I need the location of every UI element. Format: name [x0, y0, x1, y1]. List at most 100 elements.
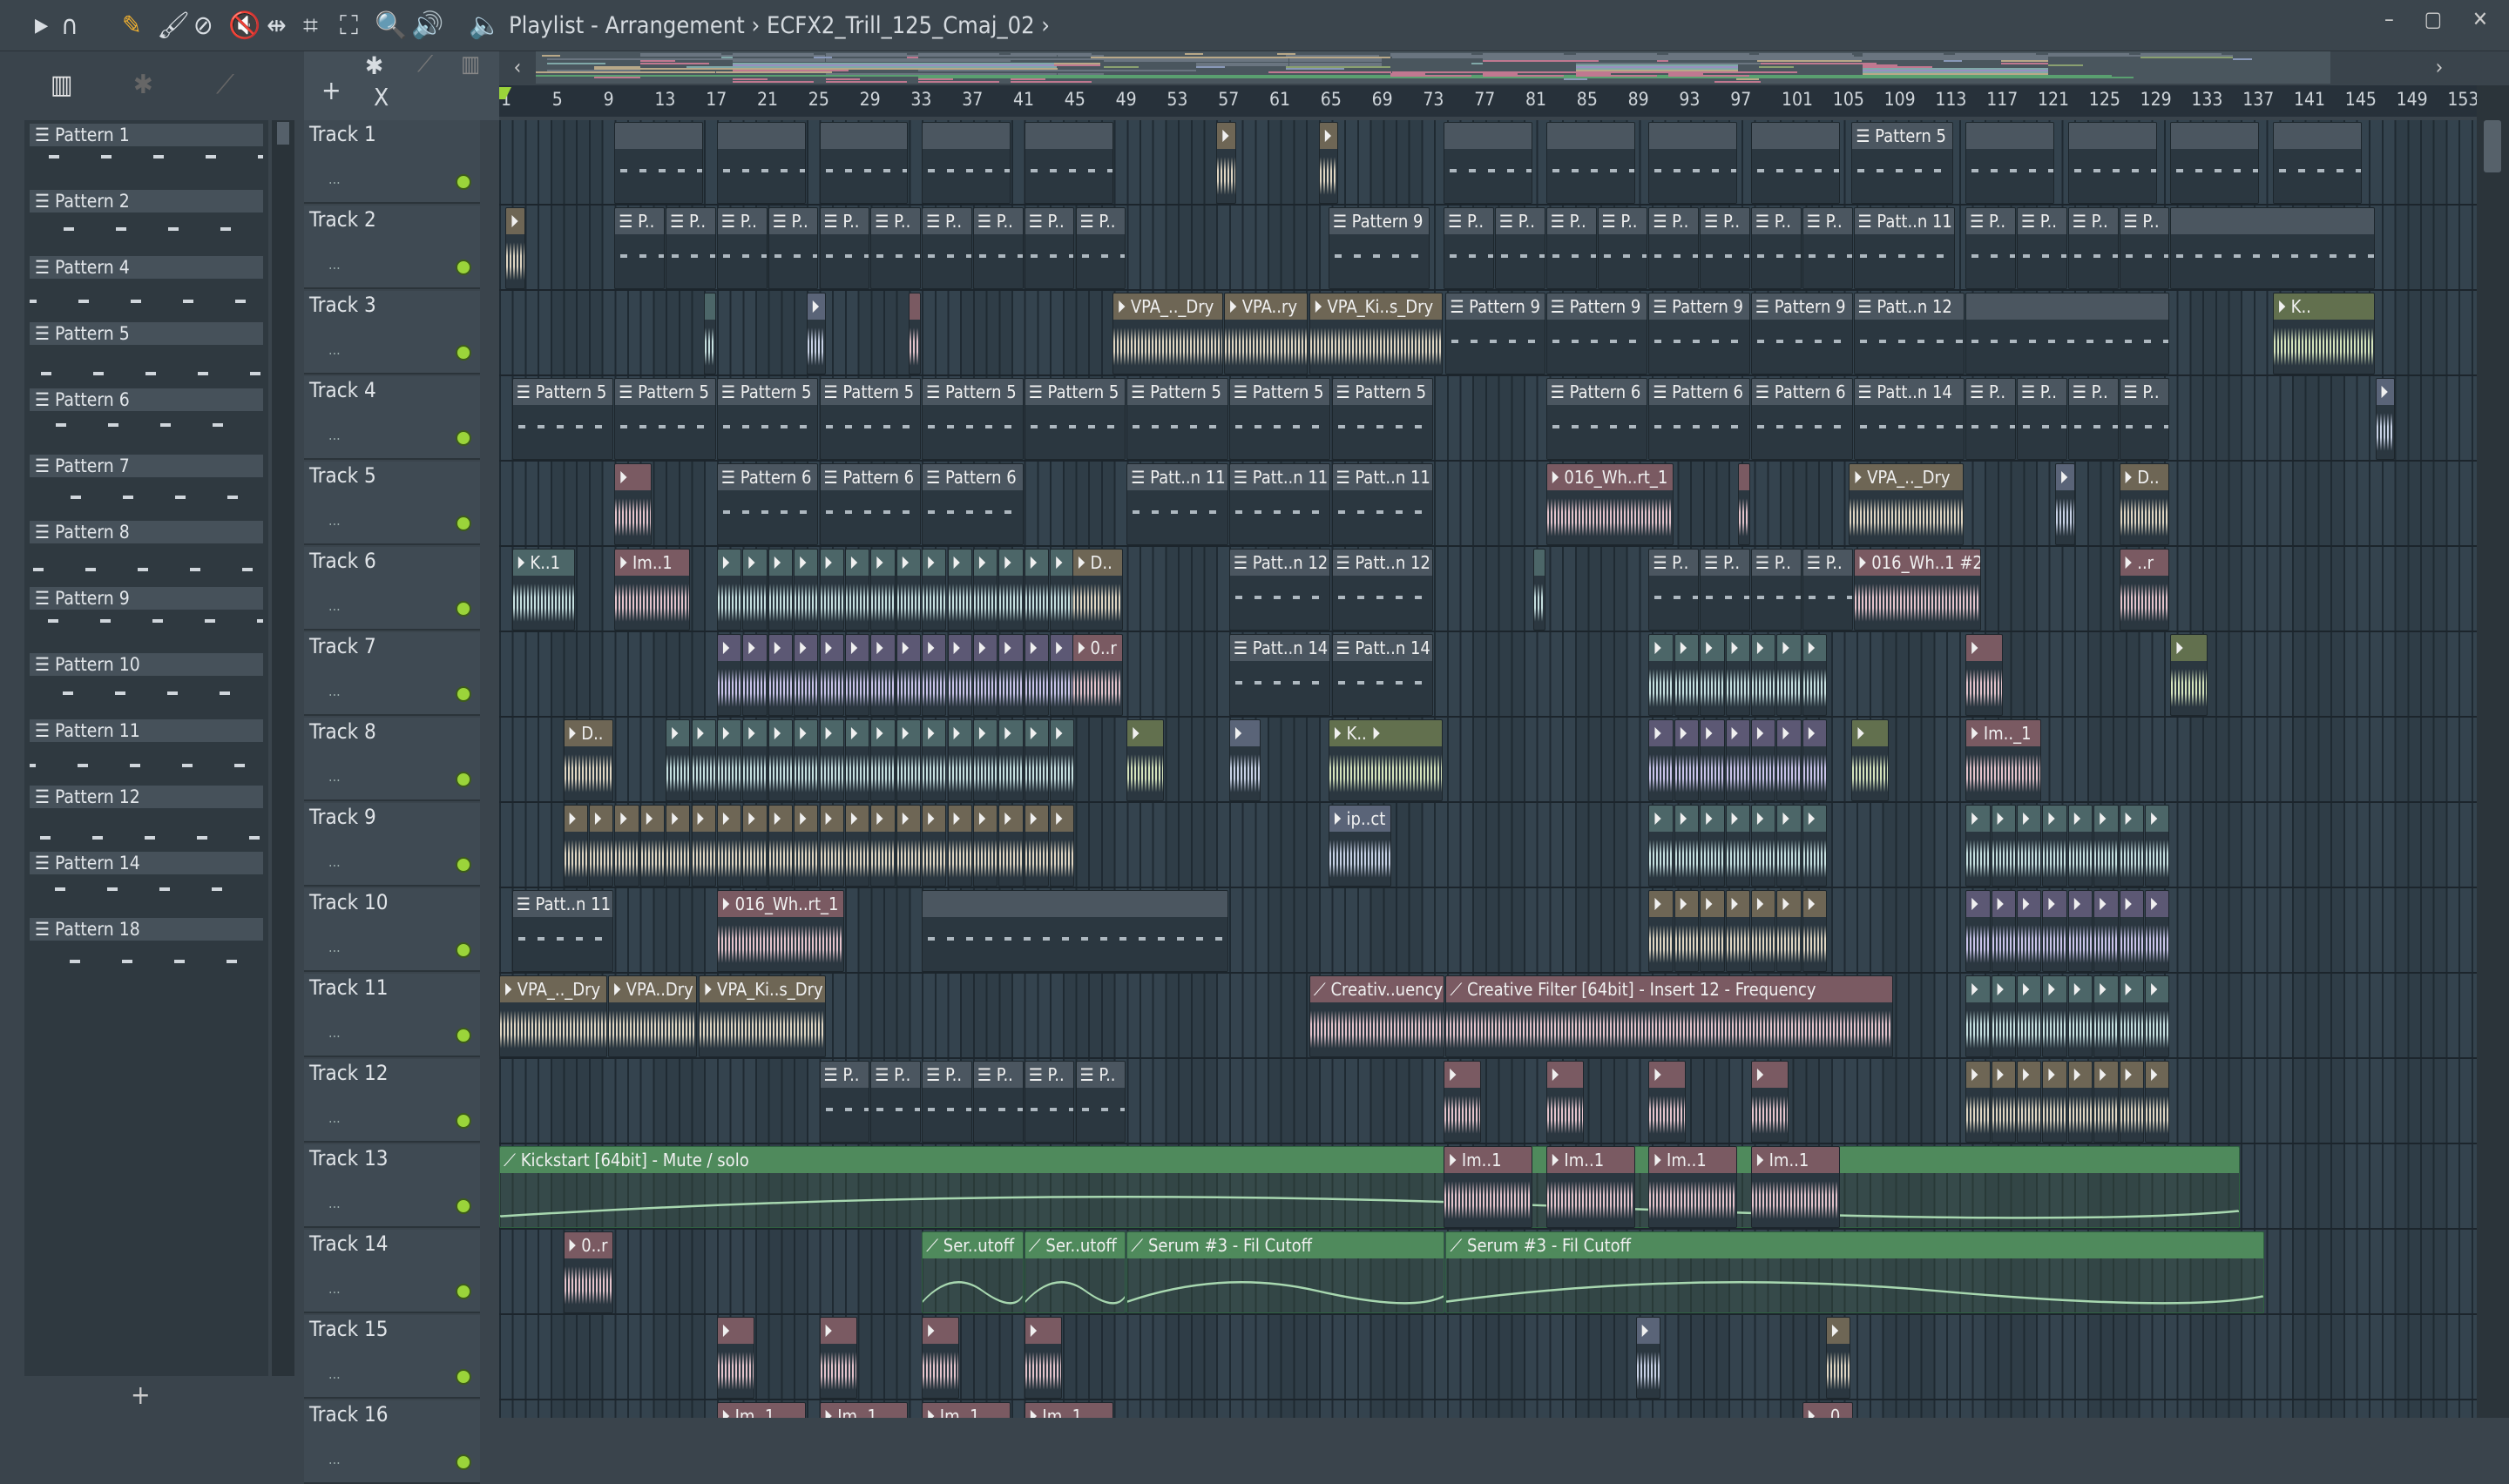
track-mute-toggle[interactable]: [456, 942, 471, 958]
audio-clip[interactable]: ⏵ Im..1: [1750, 1146, 1840, 1228]
audio-clip[interactable]: ⏵: [768, 634, 794, 716]
audio-clip[interactable]: ⏵: [947, 805, 972, 887]
audio-clip[interactable]: ⏵: [2119, 805, 2144, 887]
audio-clip[interactable]: ⏵: [2119, 890, 2144, 972]
audio-clip[interactable]: ⏵: [870, 549, 896, 631]
pattern-clip[interactable]: ☰ P..: [666, 207, 716, 289]
audio-clip[interactable]: ⏵: [806, 293, 827, 374]
audio-clip[interactable]: ⏵: [2016, 975, 2042, 1057]
track-mute-toggle[interactable]: [456, 1454, 471, 1470]
audio-clip[interactable]: ⏵: [2093, 1061, 2119, 1143]
pattern-clip[interactable]: ☰ Pattern 9: [1750, 293, 1853, 374]
pattern-clip[interactable]: ☰ P..: [1545, 207, 1597, 289]
piano-roll-icon[interactable]: ▥: [51, 70, 73, 100]
audio-clip[interactable]: ⏵: [794, 719, 819, 801]
track-header[interactable]: Track 2...: [304, 206, 480, 289]
audio-clip[interactable]: ⏵: [1648, 1061, 1687, 1143]
audio-clip[interactable]: ⏵ VPA..ry: [1224, 293, 1309, 374]
pattern-clip[interactable]: ☰ Patt..n 14: [1228, 634, 1331, 716]
audio-clip[interactable]: ⏵: [768, 719, 794, 801]
audio-clip[interactable]: ⏵: [1750, 719, 1776, 801]
audio-clip[interactable]: ⏵: [1700, 719, 1725, 801]
pattern-clip[interactable]: ☰ Pattern 6: [1648, 378, 1750, 460]
audio-clip[interactable]: ⏵ K..1: [511, 549, 576, 631]
track-mute-toggle[interactable]: [456, 1284, 471, 1299]
audio-clip[interactable]: ⏵: [870, 805, 896, 887]
audio-clip[interactable]: ⏵: [1700, 890, 1725, 972]
pattern-clip[interactable]: [1965, 122, 2055, 204]
pattern-clip[interactable]: [922, 122, 1011, 204]
audio-clip[interactable]: ⏵: [2093, 890, 2119, 972]
pattern-clip[interactable]: ☰ Patt..n 11: [511, 890, 614, 972]
audio-clip[interactable]: ⏵: [1024, 1317, 1062, 1399]
track-mute-toggle[interactable]: [456, 430, 471, 446]
audio-clip[interactable]: ⏵: [1648, 634, 1674, 716]
pattern-item[interactable]: ☰ Pattern 12: [30, 786, 263, 847]
pattern-clip[interactable]: [1750, 122, 1840, 204]
paint-brush-icon[interactable]: 🖌: [157, 9, 190, 44]
automation-clip[interactable]: ⟋ Serum #3 - Fil Cutoff: [1126, 1231, 1445, 1313]
audio-clip[interactable]: ⏵: [742, 634, 768, 716]
pattern-clip[interactable]: ☰ Pattern 5: [1331, 378, 1434, 460]
pattern-clip[interactable]: ☰ Pattern 5: [819, 378, 922, 460]
pattern-item[interactable]: ☰ Pattern 7: [30, 455, 263, 516]
audio-clip[interactable]: ⏵ K..: [2272, 293, 2375, 374]
track-header[interactable]: Track 14...: [304, 1230, 480, 1313]
audio-clip[interactable]: ⏵: [896, 805, 922, 887]
audio-clip[interactable]: ⏵: [742, 805, 768, 887]
pattern-clip[interactable]: ☰ P..: [716, 207, 768, 289]
audio-clip[interactable]: ⏵: [2144, 805, 2170, 887]
audio-clip[interactable]: ⏵: [691, 805, 716, 887]
audio-clip[interactable]: ⏵ Im..1: [1444, 1146, 1533, 1228]
pattern-clip[interactable]: ☰ P..: [1444, 207, 1494, 289]
audio-clip[interactable]: ⏵: [1851, 719, 1890, 801]
zoom-icon[interactable]: 🔍: [375, 9, 407, 44]
pattern-clip[interactable]: ☰ Pattern 5: [1851, 122, 1953, 204]
audio-clip[interactable]: ⏵: [2093, 805, 2119, 887]
audio-clip[interactable]: ⏵: [2375, 378, 2396, 460]
track-header[interactable]: Track 4...: [304, 376, 480, 460]
pattern-clip[interactable]: ☰ P..: [1075, 1061, 1126, 1143]
track-name[interactable]: Track 10: [309, 890, 388, 914]
pattern-item[interactable]: ☰ Pattern 4: [30, 256, 263, 317]
audio-clip[interactable]: ⏵: [1776, 719, 1802, 801]
audio-clip[interactable]: ⏵: [1050, 634, 1075, 716]
add-track-button[interactable]: +: [321, 76, 342, 106]
automation-clip[interactable]: ⟋ Kickstart [64bit] - Mute / solo: [499, 1146, 2241, 1228]
pattern-clip[interactable]: ☰ Pattern 6: [819, 463, 922, 545]
automation-clip[interactable]: ⟋ Ser..utoff: [1024, 1231, 1126, 1313]
pattern-clip[interactable]: [1444, 122, 1533, 204]
track-mute-toggle[interactable]: [456, 516, 471, 531]
audio-clip[interactable]: ⏵: [1024, 634, 1050, 716]
pattern-clip[interactable]: ☰ P..: [1700, 549, 1750, 631]
audio-clip[interactable]: ⏵ Im..1: [1545, 1146, 1635, 1228]
audio-clip[interactable]: ⏵: [1050, 549, 1075, 631]
audio-clip[interactable]: ⏵: [947, 549, 972, 631]
audio-clip[interactable]: ⏵: [1750, 1061, 1789, 1143]
track-mute-toggle[interactable]: [456, 174, 471, 190]
audio-clip[interactable]: ⏵: [1991, 890, 2016, 972]
pattern-clip[interactable]: ☰ P..: [972, 1061, 1024, 1143]
track-options-icon[interactable]: ...: [328, 597, 341, 614]
pattern-clip[interactable]: ☰ P..: [2119, 378, 2170, 460]
pattern-clip[interactable]: ☰ P..: [972, 207, 1024, 289]
pattern-item[interactable]: ☰ Pattern 14: [30, 852, 263, 913]
audio-clip[interactable]: ⏵: [2016, 1061, 2042, 1143]
pattern-clip[interactable]: ☰ Patt..n 12: [1331, 549, 1434, 631]
audio-clip[interactable]: ⏵: [2042, 805, 2067, 887]
pattern-clip[interactable]: ☰ P..: [1750, 207, 1802, 289]
pattern-clip[interactable]: ☰ Patt..n 14: [1331, 634, 1434, 716]
audio-clip[interactable]: ⏵ ..r: [2119, 549, 2170, 631]
track-name[interactable]: Track 3: [309, 293, 376, 317]
track-options-icon[interactable]: ...: [328, 683, 341, 699]
audio-clip[interactable]: ⏵: [666, 719, 691, 801]
audio-clip[interactable]: ⏵: [1725, 634, 1750, 716]
audio-clip[interactable]: ⏵: [1776, 634, 1802, 716]
playback-icon[interactable]: 🔊: [411, 9, 443, 44]
audio-clip[interactable]: ⏵: [1802, 805, 1828, 887]
timeline-ruler[interactable]: 1 5 9 13 17 21 25 29 33 37 41 45 49 53 57 61 65 69 73 77 81 8…: [499, 85, 2479, 117]
pattern-clip[interactable]: ☰ P..: [819, 207, 870, 289]
audio-clip[interactable]: ⏵: [716, 1317, 754, 1399]
audio-clip[interactable]: ⏵: [639, 805, 666, 887]
pattern-clip[interactable]: [1545, 122, 1635, 204]
